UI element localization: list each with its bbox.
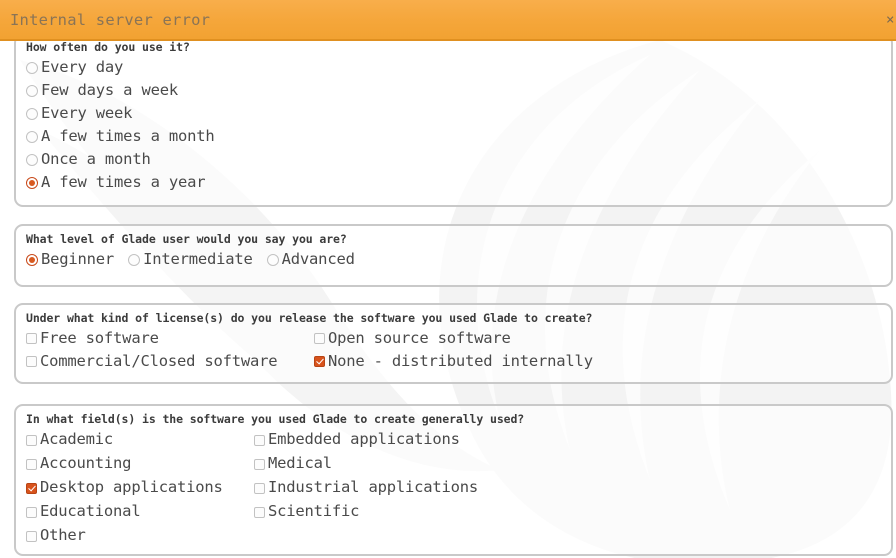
radio-icon[interactable] — [266, 253, 279, 266]
checkbox-icon[interactable] — [254, 458, 265, 470]
radio-advanced[interactable]: Advanced — [266, 249, 355, 268]
option-row: Other — [26, 524, 881, 548]
option-label: None - distributed internally — [328, 351, 593, 370]
option-label: A few times a year — [41, 172, 206, 191]
checkbox-open-source-software[interactable]: Open source software — [314, 328, 511, 347]
option-label: Beginner — [41, 249, 115, 268]
radio-every-day[interactable]: Every day — [26, 57, 124, 76]
option-label: Scientific — [268, 502, 360, 521]
option-label: Accounting — [40, 454, 132, 473]
checkbox-icon-checked[interactable] — [26, 482, 37, 494]
option-label: Commercial/Closed software — [40, 351, 278, 370]
checkbox-embedded-applications[interactable]: Embedded applications — [254, 432, 460, 448]
option-label: A few times a month — [41, 126, 215, 145]
radio-every-week[interactable]: Every week — [26, 103, 133, 122]
checkbox-none-distributed-internally[interactable]: None - distributed internally — [314, 351, 593, 370]
checkbox-free-software[interactable]: Free software — [26, 328, 314, 347]
checkbox-icon[interactable] — [26, 434, 37, 446]
checkbox-icon[interactable] — [26, 458, 37, 470]
checkbox-academic[interactable]: Academic — [26, 432, 254, 448]
radio-icon-selected[interactable] — [26, 253, 38, 266]
radio-icon[interactable] — [26, 107, 38, 120]
option-row: Desktop applications Industrial applicat… — [26, 476, 881, 500]
radio-icon-selected[interactable] — [26, 176, 38, 189]
error-banner: Internal server error × — [0, 0, 896, 41]
option-label: Every week — [41, 103, 133, 122]
option-row: Academic Embedded applications — [26, 428, 881, 452]
checkbox-scientific[interactable]: Scientific — [254, 502, 360, 521]
close-icon[interactable]: × — [886, 13, 896, 27]
option-label: Few days a week — [41, 80, 178, 99]
checkbox-icon[interactable] — [314, 333, 325, 344]
group-level: What level of Glade user would you say y… — [14, 224, 893, 287]
checkbox-icon[interactable] — [26, 356, 37, 367]
option-label: Other — [40, 526, 86, 545]
option-label: Every day — [41, 57, 124, 76]
radio-icon[interactable] — [26, 153, 38, 166]
option-label: Once a month — [41, 149, 151, 168]
option-row: Once a month — [26, 148, 881, 171]
option-row: Every day — [26, 56, 881, 79]
option-row: Few days a week — [26, 79, 881, 102]
option-label: Embedded applications — [268, 430, 460, 449]
checkbox-commercial-closed-software[interactable]: Commercial/Closed software — [26, 351, 314, 370]
option-label: Desktop applications — [40, 478, 223, 497]
checkbox-accounting[interactable]: Accounting — [26, 456, 254, 472]
checkbox-educational[interactable]: Educational — [26, 504, 254, 520]
checkbox-desktop-applications[interactable]: Desktop applications — [26, 480, 254, 496]
option-label: Academic — [40, 430, 114, 449]
checkbox-other[interactable]: Other — [26, 528, 254, 544]
group-level-title: What level of Glade user would you say y… — [26, 232, 347, 246]
group-license-title: Under what kind of license(s) do you rel… — [26, 311, 593, 325]
radio-few-days-a-week[interactable]: Few days a week — [26, 80, 178, 99]
option-label: Medical — [268, 454, 332, 473]
error-banner-message: Internal server error — [10, 10, 211, 29]
radio-icon[interactable] — [26, 84, 38, 97]
checkbox-icon[interactable] — [254, 482, 265, 494]
option-row: Free software Open source software — [26, 327, 881, 350]
checkbox-industrial-applications[interactable]: Industrial applications — [254, 480, 478, 496]
radio-a-few-times-a-year[interactable]: A few times a year — [26, 172, 206, 191]
checkbox-icon[interactable] — [26, 530, 37, 542]
radio-a-few-times-a-month[interactable]: A few times a month — [26, 126, 215, 145]
radio-beginner[interactable]: Beginner — [26, 249, 115, 268]
group-frequency: How often do you use it? Every day Few d… — [14, 34, 893, 207]
option-row: Every week — [26, 102, 881, 125]
option-row: Commercial/Closed software None - distri… — [26, 350, 881, 373]
option-label: Intermediate — [143, 249, 253, 268]
option-label: Industrial applications — [268, 478, 479, 497]
survey-form: How often do you use it? Every day Few d… — [0, 0, 896, 558]
option-label: Advanced — [281, 249, 355, 268]
option-row: A few times a month — [26, 125, 881, 148]
checkbox-icon[interactable] — [254, 434, 265, 446]
radio-icon[interactable] — [26, 61, 38, 74]
radio-icon[interactable] — [26, 130, 38, 143]
checkbox-icon[interactable] — [254, 506, 265, 518]
option-row: A few times a year — [26, 171, 881, 194]
radio-icon[interactable] — [128, 253, 141, 266]
checkbox-icon-checked[interactable] — [314, 356, 325, 367]
option-label: Open source software — [328, 328, 511, 347]
group-frequency-title: How often do you use it? — [26, 40, 190, 54]
radio-intermediate[interactable]: Intermediate — [128, 249, 253, 268]
checkbox-medical[interactable]: Medical — [254, 456, 332, 472]
option-row: Educational Scientific — [26, 500, 881, 524]
checkbox-icon[interactable] — [26, 506, 37, 518]
group-fields: In what field(s) is the software you use… — [14, 404, 893, 556]
radio-once-a-month[interactable]: Once a month — [26, 149, 151, 168]
option-row: Accounting Medical — [26, 452, 881, 476]
group-license: Under what kind of license(s) do you rel… — [14, 303, 893, 384]
group-fields-title: In what field(s) is the software you use… — [26, 412, 525, 426]
checkbox-icon[interactable] — [26, 333, 37, 344]
option-label: Free software — [40, 328, 159, 347]
option-label: Educational — [40, 502, 141, 521]
option-row: Beginner Intermediate Advanced — [26, 248, 881, 271]
